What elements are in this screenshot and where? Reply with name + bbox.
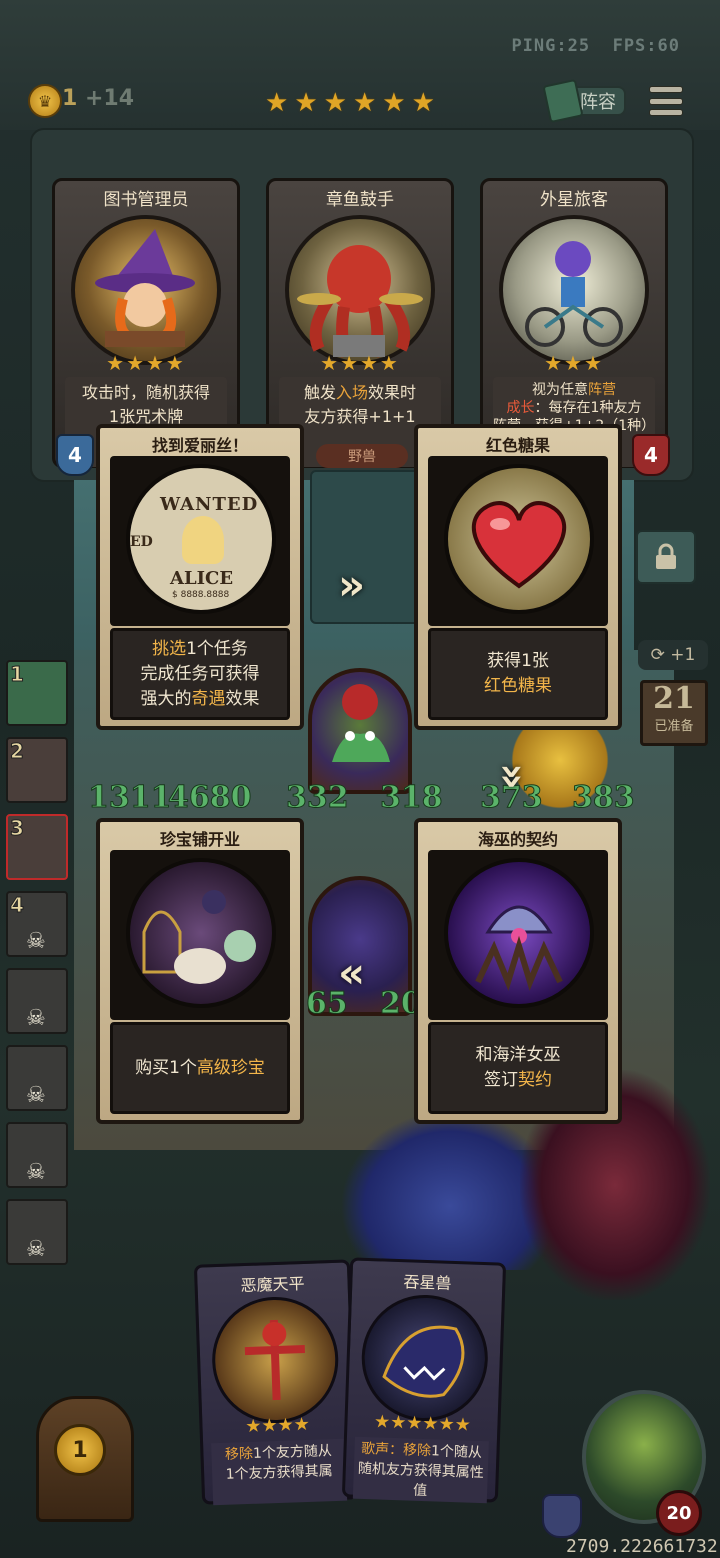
player-rank: 1: [10, 662, 25, 687]
player-slot-3[interactable]: 3: [6, 814, 68, 880]
skull-icon: ☠: [26, 1237, 46, 1262]
skull-icon: ☠: [26, 1006, 46, 1031]
star-icon: ★: [382, 88, 406, 118]
star-icon: ★: [352, 88, 377, 118]
star-icon: ★: [265, 88, 289, 118]
event-description: 购买1个高级珍宝: [110, 1022, 290, 1114]
event-card-red-candy[interactable]: 红色糖果 获得1张 红色糖果: [414, 424, 622, 730]
witch-portrait: [71, 215, 221, 365]
lock-icon: [656, 543, 676, 569]
star-icon: ★: [411, 88, 435, 118]
player-rank: 4: [10, 893, 25, 918]
card-stars: ★★★★: [244, 1413, 311, 1438]
star-icon: ★: [294, 88, 318, 118]
card-stars: ★★★★: [320, 351, 400, 375]
player-slot-1[interactable]: 1: [6, 660, 68, 726]
player-slot-5[interactable]: ☠: [6, 968, 68, 1034]
treasure-image: [126, 858, 276, 1008]
event-card-sea-witch-pact[interactable]: 海巫的契约 和海洋女巫 签订契约: [414, 818, 622, 1124]
chevron-right-icon: »: [338, 560, 366, 609]
card-name: 恶魔天平: [240, 1273, 305, 1296]
event-title: 红色糖果: [485, 436, 550, 455]
card-name: 章鱼鼓手: [326, 190, 394, 210]
event-description: 获得1张 红色糖果: [428, 628, 608, 720]
gold-coin-icon: ♛: [28, 84, 62, 118]
chevron-down-icon: »: [489, 762, 539, 791]
player-rank: 2: [10, 739, 25, 764]
event-image: [110, 850, 290, 1020]
shell-image: [444, 858, 594, 1008]
card-name: 图书管理员: [103, 190, 189, 210]
player-slot-4[interactable]: 4 ☠: [6, 891, 68, 957]
event-title: 珍宝铺开业: [159, 830, 240, 849]
board-minion-slot: [310, 470, 424, 624]
board-stat: 332: [286, 780, 350, 816]
hero-health: 20: [656, 1490, 702, 1536]
card-stars: ★★★★: [106, 351, 186, 375]
skull-icon: ☠: [26, 1083, 46, 1108]
player-rank: 3: [10, 816, 25, 841]
event-card-find-alice[interactable]: 找到爱丽丝！ WANTED ED ALICE $ 8888.8888 挑选1个任…: [96, 424, 304, 730]
skull-icon: ☠: [26, 1160, 46, 1185]
player-slot-2[interactable]: 2: [6, 737, 68, 803]
heart-image: [444, 464, 594, 614]
tavern-tier-stars: ★ ★ ★ ★ ★ ★: [265, 90, 435, 116]
player-slot-7[interactable]: ☠: [6, 1122, 68, 1188]
event-image: [428, 456, 608, 626]
armor-shield-icon: [542, 1494, 582, 1538]
star-icon: ★: [323, 88, 347, 118]
lock-shop-button[interactable]: [636, 530, 696, 584]
hand-card-star-devourer[interactable]: 吞星兽 ★★★★★★ 歌声：移除1个随从 随机友方获得其属性值: [341, 1257, 507, 1504]
player-slot-6[interactable]: ☠: [6, 1045, 68, 1111]
board-stat: 318: [380, 780, 444, 816]
ready-counter: 21 已准备: [640, 680, 708, 746]
event-title: 找到爱丽丝！: [151, 436, 248, 455]
event-description: 和海洋女巫 签订契约: [428, 1022, 608, 1114]
card-name: 吞星兽: [403, 1272, 452, 1293]
event-image: [428, 850, 608, 1020]
heart-icon: [471, 501, 567, 589]
ping-fps-readout: PING:25 FPS:60: [511, 36, 680, 56]
board-stat: 4680: [168, 780, 252, 816]
skull-icon: ☠: [26, 929, 46, 954]
event-card-treasure-shop[interactable]: 珍宝铺开业 购买1个高级珍宝: [96, 818, 304, 1124]
game-seed: 2709.222661732: [566, 1536, 718, 1557]
event-description: 挑选1个任务 完成任务可获得 强大的奇遇效果: [110, 628, 290, 720]
menu-icon[interactable]: [649, 86, 683, 116]
card-name: 外星旅客: [540, 190, 608, 210]
demon-scale-portrait: [210, 1294, 341, 1426]
refresh-button[interactable]: ⟳ +1: [638, 640, 708, 670]
board-stat: 1311: [88, 780, 172, 816]
chevron-left-icon: «: [338, 948, 366, 997]
star-devourer-portrait: [359, 1292, 490, 1424]
refresh-icon: ⟳: [650, 645, 665, 665]
board-minion-frog[interactable]: [308, 668, 412, 794]
health-shield: 4: [632, 434, 670, 476]
attack-shield: 4: [56, 434, 94, 476]
octopus-portrait: [285, 215, 435, 365]
card-stars: ★★★: [544, 351, 604, 375]
event-image: WANTED ED ALICE $ 8888.8888: [110, 456, 290, 626]
player-slot-8[interactable]: ☠: [6, 1199, 68, 1265]
board-stat: 383: [572, 780, 636, 816]
gold-display: 1 +14: [62, 86, 135, 111]
alice-face: [182, 516, 224, 564]
card-description: 歌声：移除1个随从 随机友方获得其属性值: [352, 1436, 489, 1504]
card-stars: ★★★★★★: [373, 1411, 472, 1436]
card-description: 移除1个友方随从 1个友方获得其属: [211, 1438, 348, 1506]
alien-portrait: [499, 215, 649, 365]
hand-card-demon-scale[interactable]: 恶魔天平 ★★★★ 移除1个友方随从 1个友方获得其属: [193, 1259, 359, 1506]
sell-value-coin[interactable]: 1: [54, 1424, 106, 1476]
tribe-tag: 野兽: [316, 444, 408, 468]
wanted-poster: WANTED ED ALICE $ 8888.8888: [126, 464, 276, 614]
event-title: 海巫的契约: [477, 830, 558, 849]
